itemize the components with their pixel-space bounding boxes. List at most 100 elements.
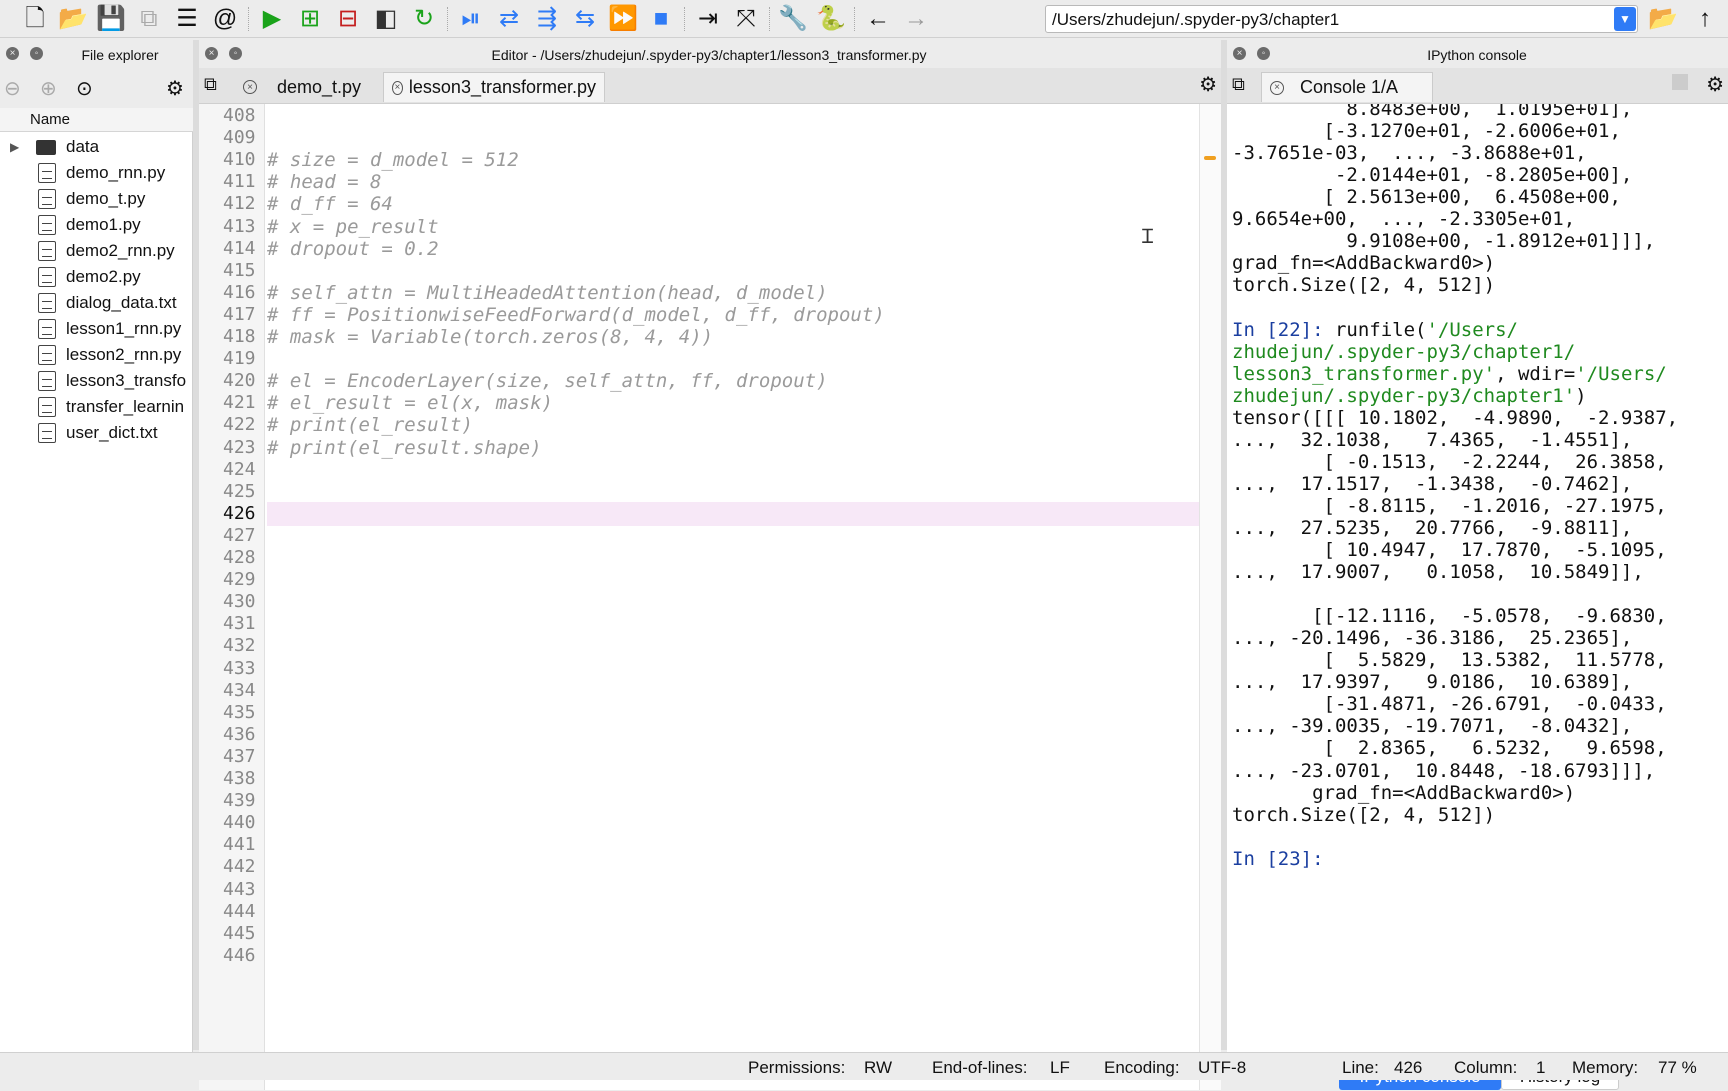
- step-into-icon[interactable]: ⇶: [528, 2, 566, 36]
- console-text: [ 10.4947, 17.7870, -5.1095,: [1232, 539, 1667, 561]
- close-tab-icon[interactable]: ×: [243, 80, 257, 94]
- step-icon[interactable]: ⇄: [490, 2, 528, 36]
- line-number: 425: [223, 480, 256, 502]
- line-number: 439: [223, 790, 256, 812]
- forward-arrow-icon[interactable]: →: [897, 2, 935, 36]
- tree-item-file[interactable]: user_dict.txt: [0, 420, 193, 446]
- line-number: 416: [223, 281, 256, 303]
- close-pane-icon[interactable]: ×: [1233, 47, 1246, 60]
- new-file-icon[interactable]: 🗋: [16, 2, 54, 36]
- permissions-label: Permissions:: [748, 1058, 846, 1077]
- tree-item-file[interactable]: demo1.py: [0, 212, 193, 238]
- tab-console-1a[interactable]: × Console 1/A: [1261, 72, 1433, 102]
- tree-item-data-folder[interactable]: ▶ data: [0, 134, 193, 160]
- tree-item-label: demo1.py: [66, 215, 141, 234]
- save-all-icon[interactable]: ⧉: [130, 2, 168, 36]
- at-icon[interactable]: @: [206, 2, 244, 36]
- close-tab-icon[interactable]: ×: [392, 80, 403, 95]
- line-number: 429: [223, 569, 256, 591]
- python-icon[interactable]: 🐍: [812, 2, 850, 36]
- tree-item-file[interactable]: demo2.py: [0, 264, 193, 290]
- gear-icon[interactable]: ⚙: [166, 76, 184, 101]
- open-file-icon[interactable]: 📂: [54, 2, 92, 36]
- up-directory-icon[interactable]: ⊙: [76, 76, 96, 101]
- run-cell-icon[interactable]: ⊞: [291, 2, 329, 36]
- code-line: # print(el_result): [267, 414, 473, 437]
- parent-directory-icon[interactable]: ↑: [1686, 2, 1724, 36]
- console-line: ..., 17.1517, -1.3438, -0.7462],: [1232, 473, 1632, 495]
- status-bar: Permissions: RW End-of-lines: LF Encodin…: [0, 1052, 1728, 1080]
- code-editor[interactable]: 408 409 410 # size = d_model = 512 411 # head…: [199, 104, 1199, 1090]
- stop-icon[interactable]: ■: [642, 2, 680, 36]
- working-directory-combobox[interactable]: /Users/zhudejun/.spyder-py3/chapter1 ▼: [1045, 5, 1638, 33]
- file-icon: [38, 371, 56, 391]
- continue-icon[interactable]: ⏩: [604, 2, 642, 36]
- back-arrow-icon[interactable]: ←: [859, 2, 897, 36]
- console-output[interactable]: 8.8483e+00, 1.0195e+01], [-3.1270e+01, -…: [1227, 104, 1728, 1061]
- list-icon[interactable]: ☰: [168, 2, 206, 36]
- run-icon[interactable]: ▶: [253, 2, 291, 36]
- file-icon: [38, 267, 56, 287]
- console-line: lesson3_transformer.py', wdir='/Users/: [1232, 363, 1667, 385]
- tree-item-file[interactable]: demo_t.py: [0, 186, 193, 212]
- browse-folder-icon[interactable]: 📂: [1644, 2, 1682, 36]
- tree-item-file[interactable]: lesson2_rnn.py: [0, 342, 193, 368]
- tab-label: lesson3_transformer.py: [408, 77, 596, 97]
- console-line: [-3.1270e+01, -2.6006e+01,: [1232, 120, 1621, 142]
- tree-item-file[interactable]: lesson3_transfo: [0, 368, 193, 394]
- ipython-console-pane: × ◦ IPython console ⧉ × Console 1/A ⚙ 8.…: [1227, 40, 1728, 1091]
- rerun-icon[interactable]: ↻: [405, 2, 443, 36]
- console-text: tensor([[[ 10.1802, -4.9890, -2.9387,: [1232, 406, 1679, 429]
- file-explorer-nav: ⊖ ⊕ ⊙ ⚙: [0, 70, 193, 106]
- tree-item-file[interactable]: transfer_learnin: [0, 394, 193, 420]
- line-number: 413: [223, 215, 256, 237]
- tree-item-file[interactable]: lesson1_rnn.py: [0, 316, 193, 342]
- code-line: # mask = Variable(torch.zeros(8, 4, 4)): [267, 326, 714, 348]
- run-selection-icon[interactable]: ◧: [367, 2, 405, 36]
- tree-item-file[interactable]: demo_rnn.py: [0, 160, 193, 186]
- console-line: [ 2.8365, 6.5232, 9.6598,: [1232, 737, 1667, 759]
- back-icon[interactable]: ⊖: [4, 76, 24, 101]
- console-line: [-31.4871, -26.6791, -0.0433,: [1232, 693, 1667, 715]
- tab-lesson3-transformer[interactable]: × lesson3_transformer.py: [383, 72, 605, 102]
- console-text: ..., 32.1038, 7.4365, -1.4551],: [1232, 428, 1633, 451]
- console-line: zhudejun/.spyder-py3/chapter1'): [1232, 385, 1587, 407]
- line-number: 423: [223, 436, 256, 458]
- console-line: [ 10.4947, 17.7870, -5.1095,: [1232, 539, 1667, 561]
- browse-tabs-icon[interactable]: ⧉: [1232, 74, 1245, 95]
- maximize-pane-icon[interactable]: ⇥: [689, 2, 727, 36]
- folder-icon: [36, 139, 56, 155]
- editor-scrollbar[interactable]: [1199, 104, 1221, 1090]
- tree-item-file[interactable]: dialog_data.txt: [0, 290, 193, 316]
- close-pane-icon[interactable]: ×: [205, 47, 218, 60]
- permissions-value: RW: [864, 1058, 893, 1077]
- wrench-icon[interactable]: 🔧: [774, 2, 812, 36]
- chevron-down-icon[interactable]: ▼: [1614, 7, 1636, 31]
- console-text: [ 5.5829, 13.5382, 11.5778,: [1232, 649, 1667, 672]
- fullscreen-icon[interactable]: ⤧: [727, 2, 765, 36]
- line-number: 409: [223, 127, 256, 149]
- column-header-name[interactable]: Name: [0, 108, 193, 132]
- step-return-icon[interactable]: ⇆: [566, 2, 604, 36]
- close-tab-icon[interactable]: ×: [1270, 80, 1284, 95]
- expand-arrow-icon[interactable]: ▶: [10, 140, 19, 154]
- browse-tabs-icon[interactable]: ⧉: [204, 74, 217, 95]
- close-pane-icon[interactable]: ×: [6, 47, 19, 60]
- gear-icon[interactable]: ⚙: [1706, 72, 1724, 97]
- gear-icon[interactable]: ⚙: [1199, 72, 1217, 97]
- tree-item-label: data: [66, 137, 100, 156]
- debug-icon[interactable]: ⏯: [452, 2, 490, 36]
- console-text: torch.Size([2, 4, 512]): [1232, 803, 1496, 826]
- forward-icon[interactable]: ⊕: [40, 76, 60, 101]
- console-line: [ 5.5829, 13.5382, 11.5778,: [1232, 649, 1667, 671]
- console-prompt: In [22]:: [1232, 318, 1335, 341]
- console-line: grad_fn=<AddBackward0>): [1232, 252, 1495, 274]
- save-icon[interactable]: 💾: [92, 2, 130, 36]
- line-number: 437: [223, 745, 256, 767]
- code-line: # head = 8: [267, 171, 382, 194]
- tree-item-file[interactable]: demo2_rnn.py: [0, 238, 193, 264]
- tab-demo-t[interactable]: × demo_t.py: [235, 72, 369, 102]
- line-number: 420: [223, 370, 256, 392]
- run-cell-advance-icon[interactable]: ⊟: [329, 2, 367, 36]
- stop-kernel-icon[interactable]: [1672, 74, 1688, 90]
